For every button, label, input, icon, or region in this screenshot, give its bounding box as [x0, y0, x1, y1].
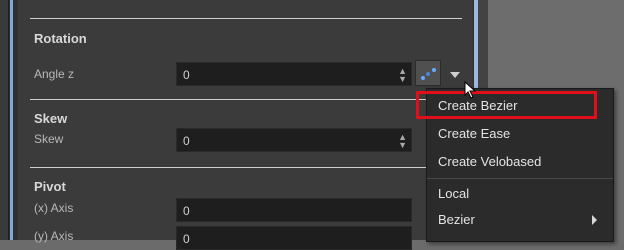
- menu-item-bezier[interactable]: Bezier: [427, 208, 613, 232]
- section-title-pivot: Pivot: [34, 179, 66, 194]
- menu-item-label: Create Ease: [438, 126, 511, 141]
- angle-z-field[interactable]: 0 ▲ ▼: [176, 62, 412, 86]
- skew-field[interactable]: 0 ▲ ▼: [176, 128, 412, 152]
- angle-z-value: 0: [183, 68, 190, 82]
- left-rail-accent: [10, 0, 13, 240]
- app-window: Rotation Angle z 0 ▲ ▼ Skew Skew 0 ▲ ▼ Piv…: [0, 0, 624, 250]
- skew-value: 0: [183, 134, 190, 148]
- angle-z-spinner[interactable]: ▲ ▼: [398, 67, 407, 84]
- mouse-cursor-icon: [464, 81, 477, 99]
- angle-z-label: Angle z: [34, 67, 75, 81]
- left-rail: [0, 0, 9, 240]
- menu-item-create-ease[interactable]: Create Ease: [427, 122, 613, 146]
- menu-item-local[interactable]: Local: [427, 182, 613, 206]
- section-title-rotation: Rotation: [34, 31, 87, 46]
- pivot-y-label: (y) Axis: [34, 229, 74, 243]
- menu-item-create-velobased[interactable]: Create Velobased: [427, 150, 613, 174]
- menu-separator: [427, 178, 613, 179]
- skew-spinner[interactable]: ▲ ▼: [398, 133, 407, 150]
- function-curve-button[interactable]: [415, 60, 441, 86]
- section-separator: [30, 99, 462, 100]
- skew-label: Skew: [34, 132, 64, 146]
- pivot-x-label: (x) Axis: [34, 201, 74, 215]
- pivot-x-field[interactable]: 0: [176, 198, 412, 222]
- menu-item-label: Bezier: [438, 212, 475, 227]
- section-separator: [30, 18, 462, 19]
- highlight-annotation-box: [416, 91, 597, 119]
- section-title-skew: Skew: [34, 111, 68, 126]
- function-menu-dropdown-icon[interactable]: [450, 72, 460, 78]
- menu-item-label: Local: [438, 186, 470, 201]
- section-separator: [30, 167, 462, 168]
- menu-item-label: Create Velobased: [438, 154, 542, 169]
- bezier-curve-icon: [420, 66, 438, 82]
- pivot-y-value: 0: [183, 232, 190, 246]
- pivot-x-value: 0: [183, 204, 190, 218]
- pivot-y-field[interactable]: 0: [176, 226, 412, 250]
- submenu-arrow-icon: [592, 215, 597, 225]
